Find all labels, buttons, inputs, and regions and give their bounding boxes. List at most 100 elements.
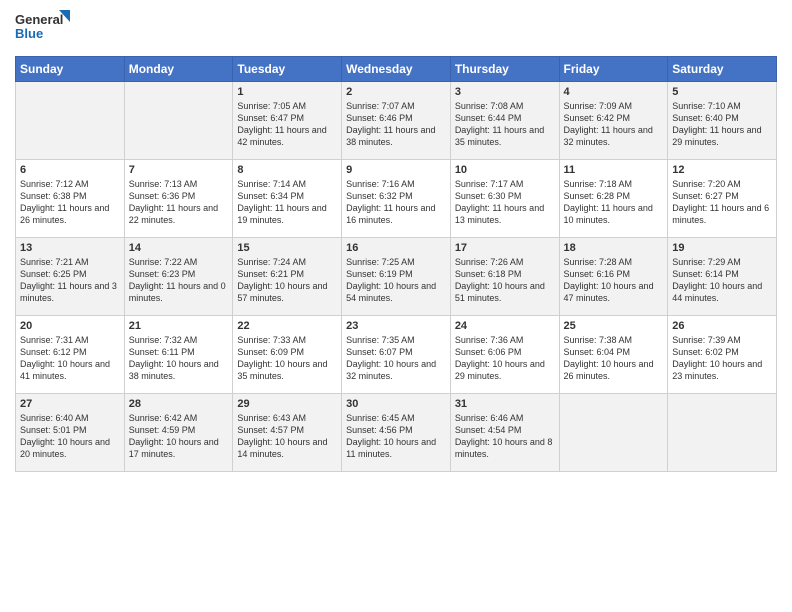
weekday-header-wednesday: Wednesday [342, 57, 451, 82]
day-number: 7 [129, 164, 229, 176]
logo-svg: General Blue [15, 10, 70, 48]
calendar-cell: 9Sunrise: 7:16 AM Sunset: 6:32 PM Daylig… [342, 160, 451, 238]
calendar-week-1: 1Sunrise: 7:05 AM Sunset: 6:47 PM Daylig… [16, 82, 777, 160]
day-number: 10 [455, 164, 555, 176]
svg-text:Blue: Blue [15, 26, 43, 41]
day-info: Sunrise: 7:07 AM Sunset: 6:46 PM Dayligh… [346, 100, 446, 149]
calendar-cell [16, 82, 125, 160]
day-number: 8 [237, 164, 337, 176]
day-info: Sunrise: 7:28 AM Sunset: 6:16 PM Dayligh… [564, 256, 664, 305]
day-info: Sunrise: 7:38 AM Sunset: 6:04 PM Dayligh… [564, 334, 664, 383]
calendar-cell: 19 Sunrise: 7:29 AM Sunset: 6:14 PM Dayli… [668, 238, 777, 316]
day-number: 28 [129, 398, 229, 410]
calendar-cell: 13 Sunrise: 7:21 AM Sunset: 6:25 PM Dayli… [16, 238, 125, 316]
day-number: 21 [129, 320, 229, 332]
day-info: Sunrise: 7:18 AM Sunset: 6:28 PM Dayligh… [564, 178, 664, 227]
logo: General Blue [15, 10, 70, 48]
day-info: Sunrise: 6:45 AM Sunset: 4:56 PM Dayligh… [346, 412, 446, 461]
day-number: 23 [346, 320, 446, 332]
day-number: 25 [564, 320, 664, 332]
weekday-header-tuesday: Tuesday [233, 57, 342, 82]
day-number: 12 [672, 164, 772, 176]
calendar-week-2: 6Sunrise: 7:12 AM Sunset: 6:38 PM Daylig… [16, 160, 777, 238]
calendar-cell: 31Sunrise: 6:46 AM Sunset: 4:54 PM Dayli… [450, 394, 559, 472]
day-number: 3 [455, 86, 555, 98]
day-number: 19 [672, 242, 772, 254]
day-info: Sunrise: 6:42 AM Sunset: 4:59 PM Dayligh… [129, 412, 229, 461]
day-number: 4 [564, 86, 664, 98]
calendar-cell: 8 Sunrise: 7:14 AM Sunset: 6:34 PM Daylig… [233, 160, 342, 238]
calendar-cell: 12 Sunrise: 7:20 AM Sunset: 6:27 PM Dayli… [668, 160, 777, 238]
day-info: Sunrise: 7:29 AM Sunset: 6:14 PM Dayligh… [672, 256, 772, 305]
day-number: 1 [237, 86, 337, 98]
day-number: 22 [237, 320, 337, 332]
weekday-header-monday: Monday [124, 57, 233, 82]
day-info: Sunrise: 7:36 AM Sunset: 6:06 PM Dayligh… [455, 334, 555, 383]
calendar-cell: 30 Sunrise: 6:45 AM Sunset: 4:56 PM Dayli… [342, 394, 451, 472]
calendar-cell: 25 Sunrise: 7:38 AM Sunset: 6:04 PM Dayli… [559, 316, 668, 394]
calendar-cell: 7 Sunrise: 7:13 AM Sunset: 6:36 PM Daylig… [124, 160, 233, 238]
day-info: Sunrise: 7:14 AM Sunset: 6:34 PM Dayligh… [237, 178, 337, 227]
day-info: Sunrise: 7:26 AM Sunset: 6:18 PM Dayligh… [455, 256, 555, 305]
calendar-cell: 2 Sunrise: 7:07 AM Sunset: 6:46 PM Daylig… [342, 82, 451, 160]
day-number: 31 [455, 398, 555, 410]
calendar-cell: 1Sunrise: 7:05 AM Sunset: 6:47 PM Daylig… [233, 82, 342, 160]
calendar-cell: 4 Sunrise: 7:09 AM Sunset: 6:42 PM Daylig… [559, 82, 668, 160]
day-info: Sunrise: 7:10 AM Sunset: 6:40 PM Dayligh… [672, 100, 772, 149]
day-info: Sunrise: 7:39 AM Sunset: 6:02 PM Dayligh… [672, 334, 772, 383]
calendar-week-5: 27 Sunrise: 6:40 AM Sunset: 5:01 PM Dayli… [16, 394, 777, 472]
calendar-cell: 28 Sunrise: 6:42 AM Sunset: 4:59 PM Dayli… [124, 394, 233, 472]
calendar-cell: 22Sunrise: 7:33 AM Sunset: 6:09 PM Dayli… [233, 316, 342, 394]
day-info: Sunrise: 7:09 AM Sunset: 6:42 PM Dayligh… [564, 100, 664, 149]
calendar-cell: 3 Sunrise: 7:08 AM Sunset: 6:44 PM Daylig… [450, 82, 559, 160]
day-number: 18 [564, 242, 664, 254]
day-number: 29 [237, 398, 337, 410]
calendar-cell: 24 Sunrise: 7:36 AM Sunset: 6:06 PM Dayli… [450, 316, 559, 394]
header-row: SundayMondayTuesdayWednesdayThursdayFrid… [16, 57, 777, 82]
day-info: Sunrise: 7:13 AM Sunset: 6:36 PM Dayligh… [129, 178, 229, 227]
calendar-cell: 21 Sunrise: 7:32 AM Sunset: 6:11 PM Dayli… [124, 316, 233, 394]
calendar-week-3: 13 Sunrise: 7:21 AM Sunset: 6:25 PM Dayli… [16, 238, 777, 316]
day-info: Sunrise: 7:32 AM Sunset: 6:11 PM Dayligh… [129, 334, 229, 383]
day-info: Sunrise: 6:40 AM Sunset: 5:01 PM Dayligh… [20, 412, 120, 461]
day-number: 24 [455, 320, 555, 332]
calendar-cell: 18 Sunrise: 7:28 AM Sunset: 6:16 PM Dayli… [559, 238, 668, 316]
day-info: Sunrise: 7:22 AM Sunset: 6:23 PM Dayligh… [129, 256, 229, 305]
calendar-cell [124, 82, 233, 160]
day-info: Sunrise: 7:20 AM Sunset: 6:27 PM Dayligh… [672, 178, 772, 227]
calendar-cell: 6Sunrise: 7:12 AM Sunset: 6:38 PM Daylig… [16, 160, 125, 238]
day-number: 13 [20, 242, 120, 254]
calendar-cell: 15Sunrise: 7:24 AM Sunset: 6:21 PM Dayli… [233, 238, 342, 316]
day-number: 15 [237, 242, 337, 254]
day-number: 16 [346, 242, 446, 254]
day-number: 14 [129, 242, 229, 254]
calendar-cell: 11 Sunrise: 7:18 AM Sunset: 6:28 PM Dayli… [559, 160, 668, 238]
calendar-cell [668, 394, 777, 472]
day-number: 30 [346, 398, 446, 410]
weekday-header-sunday: Sunday [16, 57, 125, 82]
calendar-cell: 26 Sunrise: 7:39 AM Sunset: 6:02 PM Dayli… [668, 316, 777, 394]
day-number: 2 [346, 86, 446, 98]
day-number: 6 [20, 164, 120, 176]
day-info: Sunrise: 7:21 AM Sunset: 6:25 PM Dayligh… [20, 256, 120, 305]
day-number: 27 [20, 398, 120, 410]
calendar-cell: 27 Sunrise: 6:40 AM Sunset: 5:01 PM Dayli… [16, 394, 125, 472]
day-number: 26 [672, 320, 772, 332]
day-info: Sunrise: 7:31 AM Sunset: 6:12 PM Dayligh… [20, 334, 120, 383]
weekday-header-thursday: Thursday [450, 57, 559, 82]
day-info: Sunrise: 6:43 AM Sunset: 4:57 PM Dayligh… [237, 412, 337, 461]
weekday-header-saturday: Saturday [668, 57, 777, 82]
day-info: Sunrise: 7:17 AM Sunset: 6:30 PM Dayligh… [455, 178, 555, 227]
calendar-cell: 23 Sunrise: 7:35 AM Sunset: 6:07 PM Dayli… [342, 316, 451, 394]
day-info: Sunrise: 7:25 AM Sunset: 6:19 PM Dayligh… [346, 256, 446, 305]
calendar-cell: 17 Sunrise: 7:26 AM Sunset: 6:18 PM Dayli… [450, 238, 559, 316]
calendar-week-4: 20Sunrise: 7:31 AM Sunset: 6:12 PM Dayli… [16, 316, 777, 394]
day-info: Sunrise: 7:08 AM Sunset: 6:44 PM Dayligh… [455, 100, 555, 149]
day-number: 5 [672, 86, 772, 98]
day-number: 11 [564, 164, 664, 176]
calendar-cell [559, 394, 668, 472]
calendar-cell: 20Sunrise: 7:31 AM Sunset: 6:12 PM Dayli… [16, 316, 125, 394]
day-info: Sunrise: 7:35 AM Sunset: 6:07 PM Dayligh… [346, 334, 446, 383]
calendar-cell: 14 Sunrise: 7:22 AM Sunset: 6:23 PM Dayli… [124, 238, 233, 316]
day-number: 17 [455, 242, 555, 254]
